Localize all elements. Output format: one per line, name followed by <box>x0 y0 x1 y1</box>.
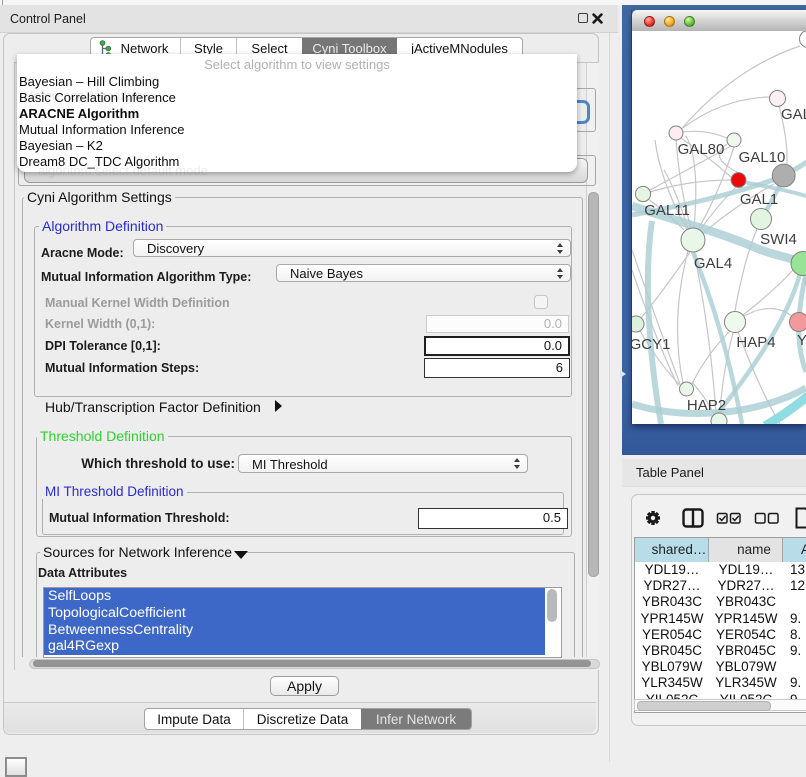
svg-text:HAP2: HAP2 <box>687 397 726 414</box>
svg-text:Y: Y <box>797 332 806 349</box>
svg-text:SWI4: SWI4 <box>760 231 797 248</box>
svg-text:GAL80: GAL80 <box>678 141 725 158</box>
svg-text:GAL10: GAL10 <box>739 149 786 166</box>
svg-text:GCY1: GCY1 <box>632 336 670 353</box>
svg-text:GAL1: GAL1 <box>740 191 778 208</box>
svg-text:GAL: GAL <box>781 106 806 123</box>
svg-text:HAP4: HAP4 <box>736 334 775 351</box>
svg-text:GAL4: GAL4 <box>694 255 732 272</box>
svg-text:GAL11: GAL11 <box>644 202 690 219</box>
